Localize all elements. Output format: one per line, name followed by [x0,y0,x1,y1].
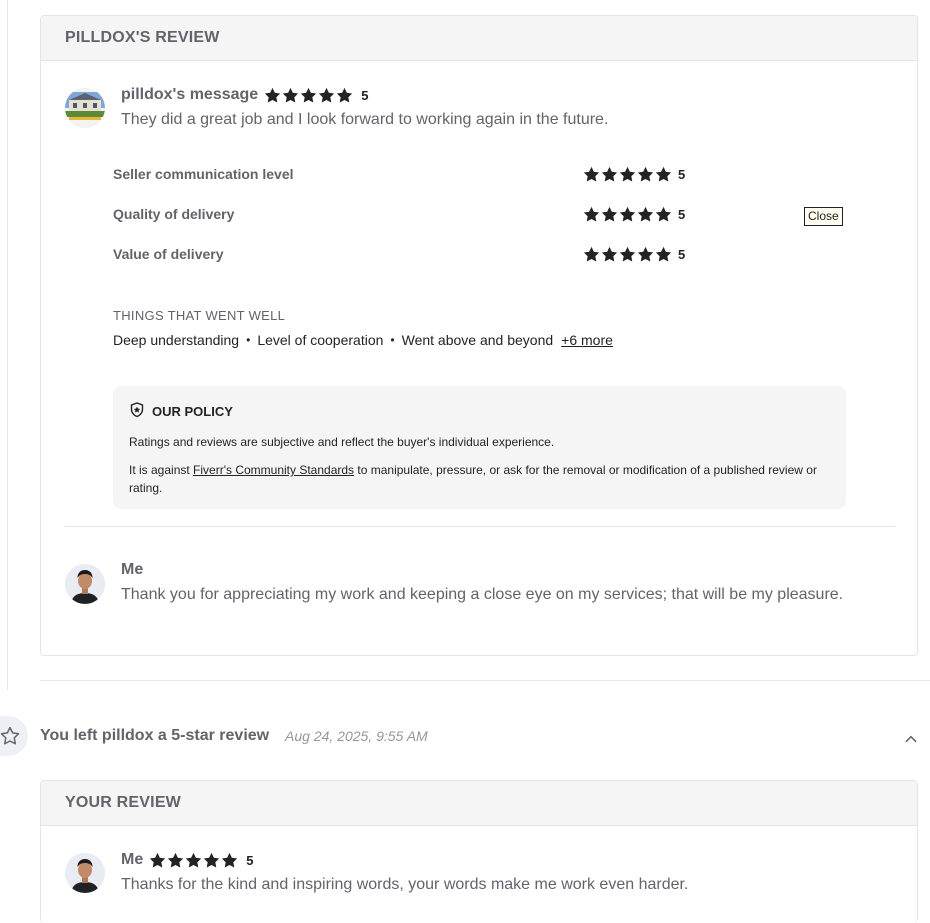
star-filled-icon [185,852,202,869]
reply-text: Thank you for appreciating my work and k… [121,586,844,603]
your-review-card: YOUR REVIEW Me 5 Thanks for the kind and… [40,780,918,923]
star-filled-icon [655,246,672,263]
star-filled-icon [601,166,618,183]
review-event-row[interactable]: You left pilldox a 5-star review Aug 24,… [0,716,930,756]
pilldox-message-header: pilldox's message 5 [121,86,368,104]
policy-line-2-pre: It is against [129,463,194,477]
star-filled-icon [149,852,166,869]
star-filled-icon [655,166,672,183]
went-well-item: Level of cooperation [257,332,384,348]
star-filled-icon [336,87,353,104]
star-outline-icon [0,716,28,756]
bullet-separator: • [390,333,395,347]
chevron-up-icon[interactable] [902,730,920,748]
me-avatar [65,564,105,604]
policy-title-row: OUR POLICY [129,402,830,421]
went-well-title: THINGS THAT WENT WELL [113,308,286,323]
rating-row-value: Value of delivery 5 [113,244,693,264]
star-filled-icon [637,206,654,223]
close-tooltip: Close [804,207,843,226]
policy-line-2: It is against Fiverr's Community Standar… [129,461,830,497]
show-more-link[interactable]: +6 more [561,332,613,348]
star-filled-icon [282,87,299,104]
star-filled-icon [264,87,281,104]
star-filled-icon [583,166,600,183]
event-text: You left pilldox a 5-star review [40,727,270,744]
your-review-text: Thanks for the kind and inspiring words,… [121,876,689,893]
rating-score: 5 [678,246,686,262]
star-filled-icon [318,87,335,104]
rating-row-communication: Seller communication level 5 [113,164,693,184]
star-filled-icon [637,246,654,263]
rating-label: Value of delivery [113,246,224,262]
star-filled-icon [601,206,618,223]
star-filled-icon [583,206,600,223]
star-filled-icon [619,206,636,223]
star-filled-icon [637,166,654,183]
policy-title: OUR POLICY [152,404,233,419]
rating-label: Quality of delivery [113,206,235,222]
card-header: YOUR REVIEW [41,781,917,826]
pilldox-message-score: 5 [361,87,369,103]
section-separator [40,680,930,681]
star-filled-icon [583,246,600,263]
community-standards-link[interactable]: Fiverr's Community Standards [193,463,354,477]
your-review-name: Me [121,851,144,868]
reply-name: Me [121,561,144,578]
star-filled-icon [619,246,636,263]
left-timeline-rule [7,0,8,690]
pilldox-message-stars [264,87,353,104]
bullet-separator: • [246,333,251,347]
card-header: PILLDOX'S REVIEW [41,16,917,61]
rating-row-quality: Quality of delivery 5 [113,204,693,224]
pilldox-review-card: PILLDOX'S REVIEW pilldox's message 5 The… [40,15,918,656]
reply-divider [65,526,895,527]
pilldox-message-text: They did a great job and I look forward … [121,111,609,128]
rating-score: 5 [678,206,686,222]
star-filled-icon [167,852,184,869]
policy-box: OUR POLICY Ratings and reviews are subje… [113,386,846,509]
rating-score: 5 [678,166,686,182]
went-well-item: Went above and beyond [401,332,554,348]
went-well-item: Deep understanding [113,332,240,348]
pilldox-message-name: pilldox's message [121,86,259,103]
your-review-stars [149,852,238,869]
star-filled-icon [203,852,220,869]
star-filled-icon [601,246,618,263]
event-time: Aug 24, 2025, 9:55 AM [285,728,428,744]
your-review-header: Me 5 [121,851,253,869]
rating-stars: 5 [583,246,685,263]
rating-stars: 5 [583,206,685,223]
star-filled-icon [655,206,672,223]
your-review-score: 5 [246,852,254,868]
went-well-list: Deep understanding • Level of cooperatio… [113,332,613,348]
rating-stars: 5 [583,166,685,183]
star-filled-icon [300,87,317,104]
rating-label: Seller communication level [113,166,294,182]
shield-star-icon [129,402,145,421]
policy-line-1: Ratings and reviews are subjective and r… [129,435,555,449]
pilldox-avatar [65,88,105,128]
me-avatar [65,853,105,893]
star-filled-icon [619,166,636,183]
star-filled-icon [221,852,238,869]
